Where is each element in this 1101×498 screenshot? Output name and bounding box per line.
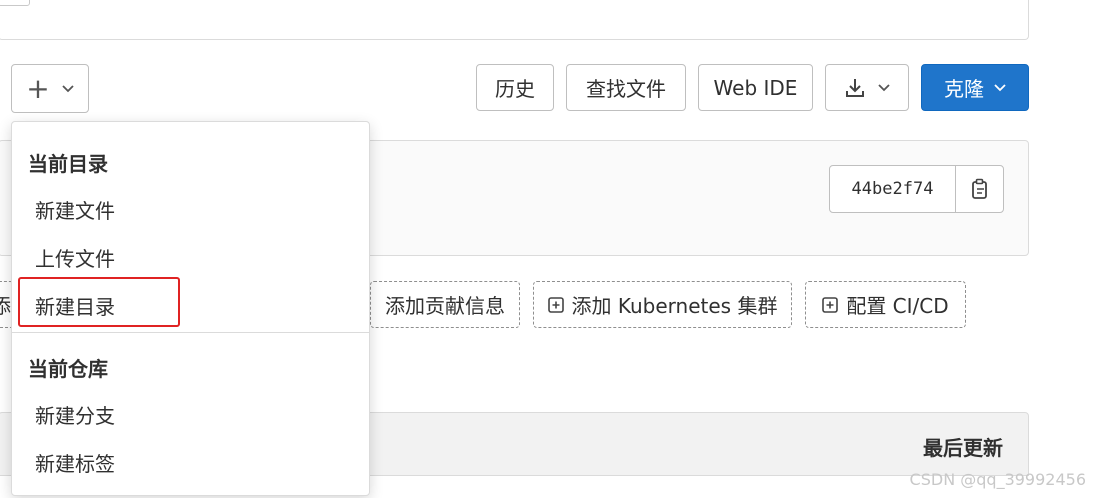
add-contributing-label: 添加贡献信息 bbox=[385, 294, 505, 318]
plus-square-icon bbox=[547, 296, 564, 313]
copy-icon bbox=[971, 178, 987, 199]
chevron-down-icon bbox=[994, 83, 1006, 91]
top-panel bbox=[0, 0, 1029, 40]
add-contributing-button[interactable]: 添加贡献信息 bbox=[370, 281, 520, 328]
dropdown-divider bbox=[11, 332, 370, 333]
dropdown-section-current-repository: 当前仓库 bbox=[28, 357, 108, 381]
clone-button[interactable]: 克隆 bbox=[921, 64, 1029, 111]
add-kubernetes-label: 添加 Kubernetes 集群 bbox=[571, 294, 778, 318]
commit-sha[interactable]: 44be2f74 bbox=[830, 166, 955, 212]
setup-cicd-button[interactable]: 配置 CI/CD bbox=[805, 281, 966, 328]
setup-cicd-label: 配置 CI/CD bbox=[846, 294, 949, 318]
chevron-down-icon bbox=[878, 83, 890, 91]
clone-label: 克隆 bbox=[944, 77, 984, 101]
last-update-column-header: 最后更新 bbox=[923, 436, 1003, 460]
plus-icon: + bbox=[26, 71, 50, 105]
commit-sha-group: 44be2f74 bbox=[829, 165, 1004, 213]
add-kubernetes-button[interactable]: 添加 Kubernetes 集群 bbox=[533, 281, 792, 328]
menu-item-new-directory[interactable]: 新建目录 bbox=[35, 291, 115, 320]
menu-item-new-tag[interactable]: 新建标签 bbox=[35, 448, 115, 477]
top-button-fragment[interactable] bbox=[0, 0, 30, 6]
menu-item-new-file[interactable]: 新建文件 bbox=[35, 195, 115, 224]
add-dropdown-toggle[interactable]: + bbox=[11, 64, 89, 113]
download-icon bbox=[846, 78, 864, 97]
history-button[interactable]: 历史 bbox=[476, 64, 554, 111]
shortcut-partial-label: 添 bbox=[0, 290, 11, 319]
find-file-button[interactable]: 查找文件 bbox=[566, 64, 686, 111]
watermark: CSDN @qq_39992456 bbox=[909, 470, 1086, 489]
dropdown-section-current-directory: 当前目录 bbox=[28, 152, 108, 176]
plus-square-icon bbox=[822, 296, 839, 313]
web-ide-button[interactable]: Web IDE bbox=[698, 64, 813, 111]
download-dropdown-button[interactable] bbox=[825, 64, 909, 111]
copy-sha-button[interactable] bbox=[955, 166, 1003, 212]
chevron-down-icon bbox=[62, 84, 74, 92]
menu-item-upload-file[interactable]: 上传文件 bbox=[35, 243, 115, 272]
menu-item-new-branch[interactable]: 新建分支 bbox=[35, 400, 115, 429]
